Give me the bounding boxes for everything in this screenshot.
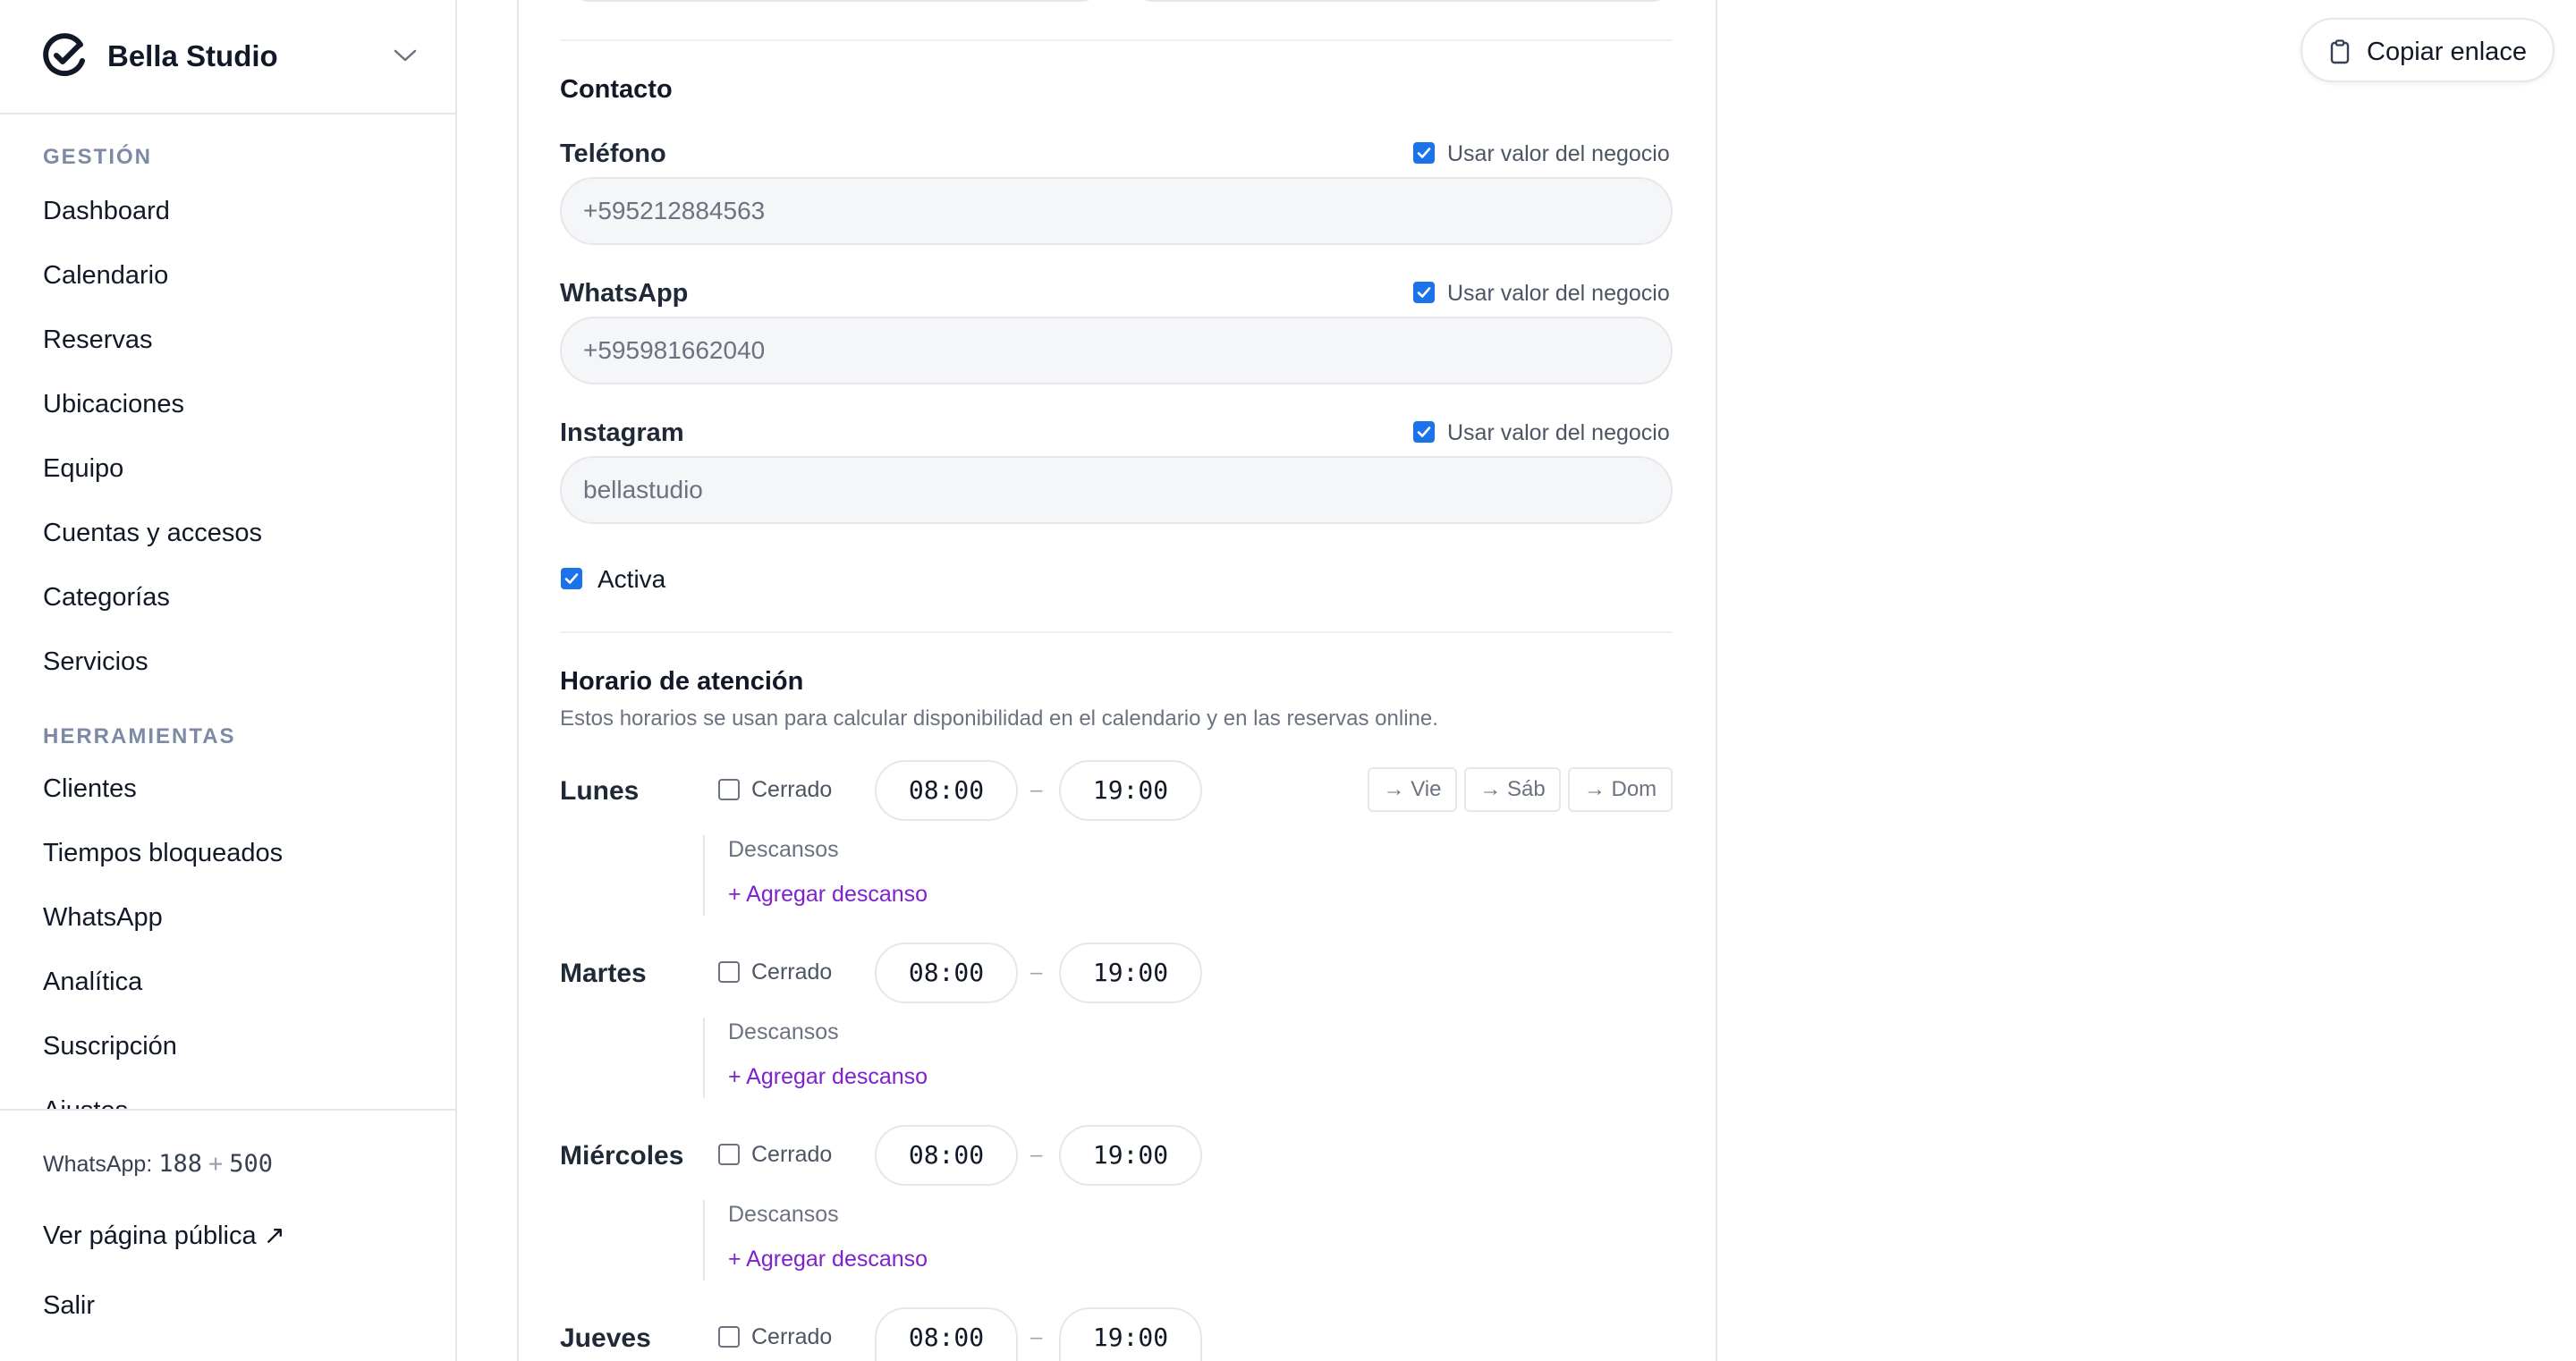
whatsapp-quota-label: WhatsApp: — [43, 1152, 153, 1177]
sidebar: Bella Studio GESTIÓN Dashboard Calendari… — [0, 0, 457, 1361]
section-divider — [560, 631, 1673, 633]
miercoles-close-time[interactable]: 19:00 — [1059, 1125, 1202, 1186]
sidebar-item-ajustes[interactable]: Ajustes — [43, 1096, 128, 1109]
sidebar-nav: GESTIÓN Dashboard Calendario Reservas Ub… — [0, 114, 455, 1109]
contact-section-title: Contacto — [560, 75, 673, 104]
previous-field-right[interactable] — [1134, 0, 1671, 2]
brand-name: Bella Studio — [107, 39, 278, 72]
sidebar-footer: WhatsApp: 188 + 500 Ver página pública ↗… — [0, 1109, 455, 1361]
lunes-closed-label: Cerrado — [751, 777, 833, 802]
time-separator: – — [1030, 1143, 1043, 1167]
lunes-closed-checkbox[interactable] — [718, 779, 740, 800]
martes-close-time[interactable]: 19:00 — [1059, 943, 1202, 1003]
day-label-lunes: Lunes — [560, 776, 640, 806]
time-separator: – — [1030, 1325, 1043, 1349]
miercoles-open-time[interactable]: 08:00 — [875, 1125, 1018, 1186]
sidebar-item-suscripcion[interactable]: Suscripción — [43, 1032, 177, 1061]
sidebar-item-clientes[interactable]: Clientes — [43, 774, 137, 804]
sidebar-item-categorias[interactable]: Categorías — [43, 583, 170, 613]
sidebar-item-dashboard[interactable]: Dashboard — [43, 197, 170, 226]
day-label-martes: Martes — [560, 959, 647, 988]
check-icon — [1417, 427, 1431, 437]
check-icon — [1417, 148, 1431, 158]
nav-section-herramientas: HERRAMIENTAS — [43, 724, 236, 748]
martes-closed-label: Cerrado — [751, 959, 833, 985]
miercoles-breaks-label: Descansos — [728, 1202, 839, 1227]
copy-to-sab-button[interactable]: → Sáb — [1464, 767, 1561, 812]
schedule-title: Horario de atención — [560, 667, 804, 696]
instagram-input[interactable]: bellastudio — [560, 456, 1673, 524]
copy-link-button[interactable]: Copiar enlace — [2301, 18, 2555, 82]
lunes-add-break-link[interactable]: + Agregar descanso — [728, 882, 928, 908]
previous-field-left[interactable] — [571, 0, 1100, 2]
phone-use-business-checkbox[interactable] — [1413, 142, 1435, 164]
jueves-closed-label: Cerrado — [751, 1324, 833, 1349]
copy-link-label: Copiar enlace — [2367, 38, 2527, 66]
copy-to-vie-button[interactable]: → Vie — [1368, 767, 1457, 812]
sidebar-item-cuentas[interactable]: Cuentas y accesos — [43, 519, 262, 548]
miercoles-closed-label: Cerrado — [751, 1142, 833, 1167]
miercoles-closed-checkbox[interactable] — [718, 1144, 740, 1165]
sidebar-item-servicios[interactable]: Servicios — [43, 647, 148, 677]
schedule-subtitle: Estos horarios se usan para calcular dis… — [560, 706, 1438, 731]
phone-label: Teléfono — [560, 139, 666, 168]
nav-section-gestion: GESTIÓN — [43, 145, 153, 169]
brand-logo-icon — [43, 33, 85, 77]
breaks-divider — [703, 835, 705, 916]
instagram-use-business-label: Usar valor del negocio — [1447, 420, 1670, 445]
phone-use-business-label: Usar valor del negocio — [1447, 141, 1670, 166]
martes-open-time[interactable]: 08:00 — [875, 943, 1018, 1003]
sidebar-item-reservas[interactable]: Reservas — [43, 325, 153, 355]
sidebar-item-analitica[interactable]: Analítica — [43, 968, 142, 997]
active-label: Activa — [597, 565, 666, 593]
clipboard-icon — [2330, 39, 2350, 64]
martes-breaks-label: Descansos — [728, 1019, 839, 1044]
check-icon — [564, 573, 579, 584]
whatsapp-quota: WhatsApp: 188 + 500 — [43, 1150, 273, 1178]
breaks-divider — [703, 1018, 705, 1098]
jueves-close-time[interactable]: 19:00 — [1059, 1307, 1202, 1361]
whatsapp-input[interactable]: +595981662040 — [560, 317, 1673, 385]
public-page-link[interactable]: Ver página pública ↗ — [43, 1220, 285, 1251]
martes-add-break-link[interactable]: + Agregar descanso — [728, 1064, 928, 1090]
phone-input[interactable]: +595212884563 — [560, 177, 1673, 245]
instagram-label: Instagram — [560, 418, 684, 447]
time-separator: – — [1030, 778, 1043, 802]
martes-closed-checkbox[interactable] — [718, 961, 740, 983]
check-icon — [1417, 287, 1431, 298]
sidebar-item-tiempos-bloqueados[interactable]: Tiempos bloqueados — [43, 839, 283, 868]
instagram-use-business-checkbox[interactable] — [1413, 421, 1435, 443]
sidebar-item-whatsapp[interactable]: WhatsApp — [43, 903, 163, 933]
whatsapp-use-business-checkbox[interactable] — [1413, 282, 1435, 303]
sidebar-item-calendario[interactable]: Calendario — [43, 261, 168, 291]
active-checkbox[interactable] — [561, 568, 582, 589]
whatsapp-quota-used: 188 — [158, 1150, 203, 1178]
whatsapp-quota-total: 500 — [229, 1150, 273, 1178]
whatsapp-quota-plus: + — [208, 1150, 224, 1178]
time-separator: – — [1030, 960, 1043, 985]
section-divider — [560, 39, 1673, 41]
brand-switcher[interactable]: Bella Studio — [0, 0, 455, 114]
lunes-breaks-label: Descansos — [728, 837, 839, 862]
whatsapp-use-business-label: Usar valor del negocio — [1447, 281, 1670, 306]
whatsapp-label: WhatsApp — [560, 279, 689, 308]
breaks-divider — [703, 1200, 705, 1281]
miercoles-add-break-link[interactable]: + Agregar descanso — [728, 1247, 928, 1272]
logout-link[interactable]: Salir — [43, 1291, 95, 1321]
jueves-open-time[interactable]: 08:00 — [875, 1307, 1018, 1361]
day-label-miercoles: Miércoles — [560, 1141, 684, 1171]
sidebar-item-equipo[interactable]: Equipo — [43, 454, 123, 484]
lunes-open-time[interactable]: 08:00 — [875, 760, 1018, 821]
chevron-down-icon — [394, 49, 417, 62]
copy-to-dom-button[interactable]: → Dom — [1568, 767, 1673, 812]
lunes-close-time[interactable]: 19:00 — [1059, 760, 1202, 821]
jueves-closed-checkbox[interactable] — [718, 1326, 740, 1348]
day-label-jueves: Jueves — [560, 1323, 651, 1353]
sidebar-item-ubicaciones[interactable]: Ubicaciones — [43, 390, 184, 419]
